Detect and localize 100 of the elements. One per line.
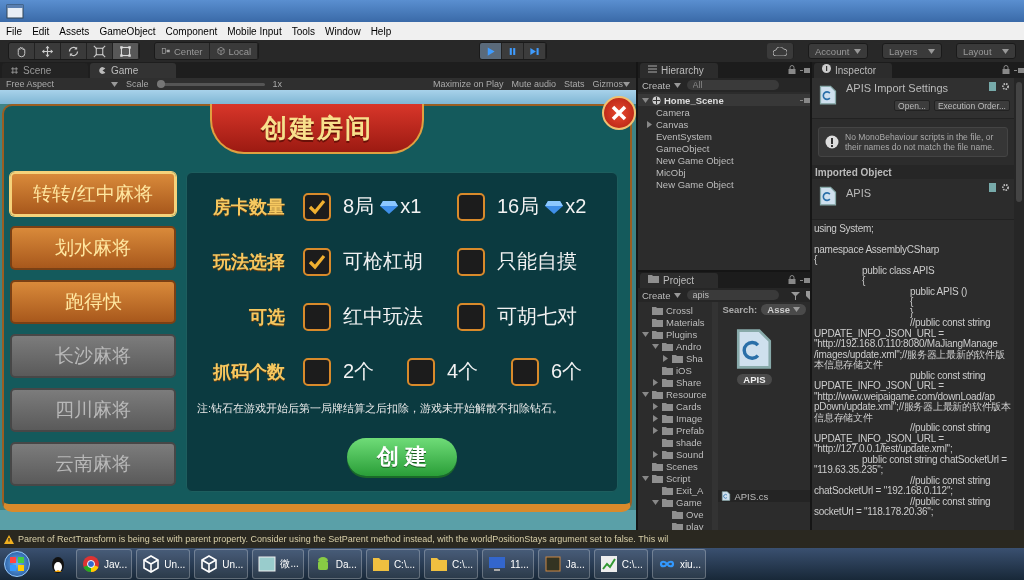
toggle-button[interactable]: Stats bbox=[563, 79, 585, 89]
tree-item[interactable]: MicObj bbox=[656, 166, 686, 178]
dropdown-menu[interactable]: Layout bbox=[956, 43, 1016, 59]
menu-item[interactable]: Tools bbox=[287, 25, 320, 37]
close-button[interactable] bbox=[602, 96, 636, 130]
tree-item[interactable]: Cards bbox=[676, 400, 702, 412]
checkbox[interactable] bbox=[303, 302, 331, 331]
start-button[interactable] bbox=[4, 551, 30, 577]
menu-item[interactable]: GameObject bbox=[95, 25, 160, 37]
taskbar-button[interactable]: xiu... bbox=[651, 549, 706, 579]
pause-button[interactable] bbox=[502, 43, 525, 59]
taskbar-button[interactable]: Jav... bbox=[76, 549, 133, 579]
checkbox[interactable] bbox=[303, 192, 331, 221]
panel-tab[interactable]: Project bbox=[640, 273, 718, 288]
tree-item[interactable]: Ove bbox=[686, 508, 704, 520]
diamond-icon bbox=[545, 199, 564, 214]
step-button[interactable] bbox=[524, 43, 547, 59]
option-label: 可选 bbox=[248, 305, 285, 329]
tree-item[interactable]: shade bbox=[676, 436, 702, 448]
menu-item[interactable]: Mobile Input bbox=[223, 25, 286, 37]
tree-item[interactable]: New Game Object bbox=[656, 178, 734, 190]
toggle-button[interactable]: Gizmos bbox=[592, 79, 630, 89]
create-dropdown[interactable]: Create bbox=[642, 289, 681, 301]
menu-item[interactable]: File bbox=[2, 25, 27, 37]
pivot-button[interactable]: Center bbox=[155, 43, 210, 59]
tree-item[interactable]: Image bbox=[676, 412, 703, 424]
cloud-button[interactable] bbox=[767, 43, 794, 59]
header-button[interactable]: Execution Order... bbox=[933, 100, 1010, 111]
panel-tab[interactable]: Hierarchy bbox=[640, 63, 718, 78]
rect-tool-button[interactable] bbox=[113, 43, 139, 59]
taskbar-button[interactable]: Un... bbox=[136, 549, 191, 579]
checkbox[interactable] bbox=[457, 192, 485, 221]
tree-item[interactable]: Plugins bbox=[666, 328, 698, 340]
folder-icon bbox=[652, 305, 663, 315]
search-field[interactable]: All bbox=[686, 80, 779, 90]
tree-item[interactable]: Materials bbox=[666, 316, 705, 328]
scrollbar[interactable] bbox=[1014, 78, 1024, 530]
checkbox[interactable] bbox=[303, 357, 331, 386]
settings-title: APIS Import Settings bbox=[846, 82, 949, 94]
aspect-dropdown[interactable]: Free Aspect bbox=[6, 79, 118, 89]
hand-tool-button[interactable] bbox=[9, 43, 35, 59]
create-dropdown[interactable]: Create bbox=[642, 79, 681, 91]
dropdown-menu[interactable]: Account bbox=[808, 43, 868, 59]
checkbox[interactable] bbox=[457, 302, 485, 331]
panel-tab[interactable]: Game bbox=[90, 63, 176, 78]
checkbox[interactable] bbox=[457, 247, 485, 276]
tree-item[interactable]: Share bbox=[676, 376, 702, 388]
checkbox[interactable] bbox=[407, 357, 435, 386]
pivot-button[interactable]: Local bbox=[209, 43, 259, 59]
tree-item[interactable]: Camera bbox=[656, 106, 690, 118]
scale-tool-button[interactable] bbox=[87, 43, 113, 59]
search-field[interactable]: apis bbox=[686, 290, 779, 300]
scope-dropdown[interactable]: Asse bbox=[761, 303, 806, 315]
taskbar-button[interactable]: 11... bbox=[482, 549, 534, 579]
asset-name[interactable]: APIS bbox=[737, 374, 772, 385]
menu-item[interactable]: Component bbox=[161, 25, 222, 37]
tree-item[interactable]: Prefab bbox=[676, 424, 704, 436]
folder-icon bbox=[662, 365, 673, 375]
checkbox[interactable] bbox=[303, 247, 331, 276]
tree-item[interactable]: Scenes bbox=[666, 460, 698, 472]
taskbar-button[interactable]: 微... bbox=[252, 549, 304, 579]
note-text: 注:钻石在游戏开始后第一局牌结算之后扣除，游戏未开始解散不扣除钻石。 bbox=[197, 401, 565, 416]
menu-item[interactable]: Edit bbox=[28, 25, 54, 37]
toggle-button[interactable]: Mute audio bbox=[511, 79, 556, 89]
taskbar-button[interactable]: C:\... bbox=[593, 549, 648, 579]
dropdown-menu[interactable]: Layers bbox=[882, 43, 942, 59]
tree-item[interactable]: Exit_A bbox=[676, 484, 704, 496]
header-button[interactable]: Open... bbox=[894, 100, 930, 111]
tree-item[interactable]: Sha bbox=[686, 352, 703, 364]
panel-tab[interactable]: Scene bbox=[2, 63, 88, 78]
taskbar-button[interactable]: Da... bbox=[307, 549, 362, 579]
tree-item[interactable]: iOS bbox=[676, 364, 692, 376]
slider-thumb[interactable] bbox=[156, 79, 165, 88]
taskbar-button[interactable]: Un... bbox=[194, 549, 249, 579]
tree-item[interactable]: EventSystem bbox=[656, 130, 712, 142]
tree-item[interactable]: Game bbox=[676, 496, 702, 508]
code-line: UPDATE_INFO_JSON_URL = bbox=[814, 433, 944, 444]
rotate-tool-button[interactable] bbox=[61, 43, 87, 59]
tree-item[interactable]: Crossl bbox=[666, 304, 693, 316]
tree-item[interactable]: New Game Object bbox=[656, 154, 734, 166]
menu-item[interactable]: Assets bbox=[55, 25, 94, 37]
menu-item[interactable]: Help bbox=[366, 25, 396, 37]
tree-item[interactable]: Script bbox=[666, 472, 691, 484]
play-button[interactable] bbox=[480, 43, 503, 59]
checkbox[interactable] bbox=[511, 357, 539, 386]
toggle-button[interactable]: Maximize on Play bbox=[432, 79, 504, 89]
tree-item[interactable]: Resource bbox=[666, 388, 707, 400]
code-line: { bbox=[861, 276, 866, 287]
tree-item[interactable]: Sound bbox=[676, 448, 704, 460]
tree-item[interactable]: GameObject bbox=[656, 142, 710, 154]
menu-item[interactable]: Window bbox=[321, 25, 365, 37]
panel-tab[interactable]: Inspector bbox=[814, 63, 892, 78]
taskbar-button[interactable]: C:\... bbox=[424, 549, 479, 579]
move-tool-button[interactable] bbox=[35, 43, 61, 59]
folder-icon bbox=[652, 317, 663, 327]
tree-item[interactable]: Andro bbox=[676, 340, 702, 352]
scale-slider[interactable] bbox=[156, 82, 265, 86]
taskbar-button[interactable]: Ja... bbox=[537, 549, 590, 579]
taskbar-button[interactable]: C:\... bbox=[365, 549, 420, 579]
tree-item[interactable]: Canvas bbox=[656, 118, 689, 130]
